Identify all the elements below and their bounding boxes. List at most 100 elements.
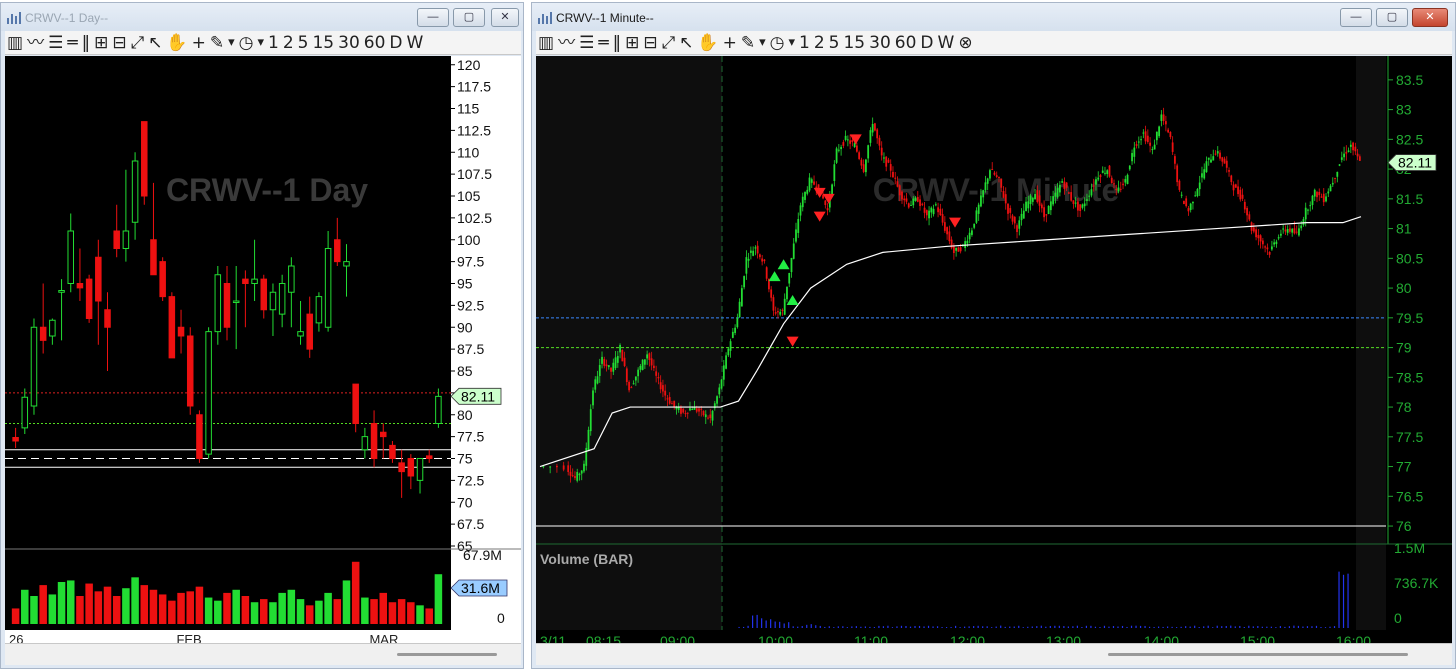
draw-pen-icon[interactable]: ✎ xyxy=(739,32,757,54)
minute-volume-bar xyxy=(806,624,808,628)
daily-candle-body xyxy=(177,326,185,337)
zoom-out-icon[interactable]: ⊟ xyxy=(110,32,128,54)
zoom-fit-icon[interactable]: ⤢ xyxy=(660,32,678,54)
horizontal-lines-icon[interactable]: ═ xyxy=(596,32,610,54)
minute-candle-body xyxy=(860,159,863,166)
interval-60-button[interactable]: 60 xyxy=(893,32,919,54)
minute-candle-body xyxy=(639,365,642,370)
minute-scrollbar[interactable] xyxy=(536,643,1452,665)
minute-candle-body xyxy=(567,465,570,472)
daily-volume-max-label: 67.9M xyxy=(463,547,502,563)
close-button[interactable]: ✕ xyxy=(1412,8,1448,27)
interval-2-button[interactable]: 2 xyxy=(281,32,296,54)
minute-candle-body xyxy=(939,208,942,215)
interval-30-button[interactable]: 30 xyxy=(867,32,893,54)
daily-candle-body xyxy=(425,455,433,459)
clock-icon[interactable]: ◷ xyxy=(768,32,787,54)
pointer-icon[interactable]: ↖ xyxy=(146,32,164,54)
crosshair-icon[interactable]: + xyxy=(721,32,739,54)
pointer-icon[interactable]: ↖ xyxy=(677,32,695,54)
minute-volume-bar xyxy=(1288,626,1291,628)
interval-week-button[interactable]: W xyxy=(405,32,426,54)
maximize-button[interactable]: ▢ xyxy=(453,8,485,27)
minute-candle-body xyxy=(700,408,703,410)
minute-candle-body xyxy=(580,470,583,474)
interval-60-button[interactable]: 60 xyxy=(362,32,388,54)
close-button[interactable]: ✕ xyxy=(491,8,519,27)
study-icon[interactable]: ☰ xyxy=(577,32,596,54)
minute-candle-body xyxy=(973,223,976,228)
minute-title-bar[interactable]: CRWV--1 Minute-- — ▢ ✕ xyxy=(532,3,1455,31)
interval-1-button[interactable]: 1 xyxy=(797,32,812,54)
interval-day-button[interactable]: D xyxy=(387,32,404,54)
minimize-icon: — xyxy=(1350,11,1362,23)
cancel-circle-icon[interactable]: ⊗ xyxy=(956,32,974,54)
draw-pen-icon[interactable]: ✎ xyxy=(208,32,226,54)
daily-title-bar[interactable]: CRWV--1 Day-- — ▢ ✕ xyxy=(1,3,523,31)
minute-candle-body xyxy=(786,286,788,300)
minute-candle-body xyxy=(716,396,718,404)
vertical-lines-icon[interactable]: ‖ xyxy=(80,32,93,54)
chevron-down-icon[interactable]: ▾ xyxy=(757,32,768,54)
scroll-thumb[interactable] xyxy=(397,653,497,656)
daily-candle-body xyxy=(76,283,84,289)
interval-week-button[interactable]: W xyxy=(936,32,957,54)
minute-last-price-label: 82.11 xyxy=(1398,155,1432,171)
daily-volume-bar xyxy=(351,561,360,624)
minute-candle-body xyxy=(1322,193,1325,203)
chevron-down-icon[interactable]: ▾ xyxy=(255,32,266,54)
interval-15-button[interactable]: 15 xyxy=(841,32,867,54)
line-style-icon[interactable]: 〰 xyxy=(556,32,577,54)
minimize-button[interactable]: — xyxy=(417,8,449,27)
interval-1-button[interactable]: 1 xyxy=(266,32,281,54)
interval-2-button[interactable]: 2 xyxy=(812,32,827,54)
minute-chart[interactable]: CRWV--1 Minute83.58382.58281.58180.58079… xyxy=(536,56,1452,650)
study-icon[interactable]: ☰ xyxy=(46,32,65,54)
hand-icon[interactable]: ✋ xyxy=(164,32,189,54)
daily-candle-body xyxy=(113,230,120,249)
minute-candle-body xyxy=(643,359,646,365)
daily-candle-body xyxy=(21,396,29,429)
interval-15-button[interactable]: 15 xyxy=(310,32,336,54)
daily-candle-body xyxy=(315,296,323,324)
hand-icon[interactable]: ✋ xyxy=(695,32,720,54)
bar-chart-icon[interactable]: ▥ xyxy=(536,32,556,54)
chevron-down-icon[interactable]: ▾ xyxy=(226,32,237,54)
daily-scrollbar[interactable] xyxy=(5,643,521,665)
daily-chart[interactable]: CRWV--1 Day 120 117.5 115 112.5 110 107.5 105 10… xyxy=(5,56,521,650)
minute-watermark: CRWV--1 Minute xyxy=(873,172,1120,208)
interval-30-button[interactable]: 30 xyxy=(336,32,362,54)
interval-5-button[interactable]: 5 xyxy=(296,32,311,54)
minute-candle-body xyxy=(1169,131,1172,138)
daily-volume-bar xyxy=(296,599,305,624)
minute-volume-bar xyxy=(846,627,848,628)
zoom-out-icon[interactable]: ⊟ xyxy=(641,32,659,54)
minute-candle-body xyxy=(1090,189,1093,196)
minute-volume-bar xyxy=(1311,626,1313,628)
minute-volume-bar xyxy=(923,626,925,628)
zoom-fit-icon[interactable]: ⤢ xyxy=(129,32,147,54)
scroll-thumb[interactable] xyxy=(1108,653,1408,656)
zoom-in-icon[interactable]: ⊞ xyxy=(92,32,110,54)
line-style-icon[interactable]: 〰 xyxy=(25,32,46,54)
minute-volume-bar xyxy=(1108,626,1110,628)
zoom-in-icon[interactable]: ⊞ xyxy=(623,32,641,54)
minute-candle-body xyxy=(903,198,906,201)
minute-candle-body xyxy=(1054,192,1057,197)
vertical-lines-icon[interactable]: ‖ xyxy=(611,32,624,54)
minute-volume-bar xyxy=(842,626,844,628)
minimize-button[interactable]: — xyxy=(1340,8,1372,27)
chevron-down-icon[interactable]: ▾ xyxy=(786,32,797,54)
crosshair-icon[interactable]: + xyxy=(190,32,208,54)
minute-candle-body xyxy=(1131,153,1133,162)
daily-candle-body xyxy=(389,444,396,459)
interval-day-button[interactable]: D xyxy=(918,32,935,54)
horizontal-lines-icon[interactable]: ═ xyxy=(65,32,79,54)
clock-icon[interactable]: ◷ xyxy=(237,32,256,54)
maximize-button[interactable]: ▢ xyxy=(1376,8,1408,27)
interval-5-button[interactable]: 5 xyxy=(827,32,842,54)
minute-volume-bar xyxy=(1112,626,1115,628)
bar-chart-icon[interactable]: ▥ xyxy=(5,32,25,54)
daily-volume-bar xyxy=(397,599,406,624)
minute-candle-body xyxy=(1275,241,1278,245)
